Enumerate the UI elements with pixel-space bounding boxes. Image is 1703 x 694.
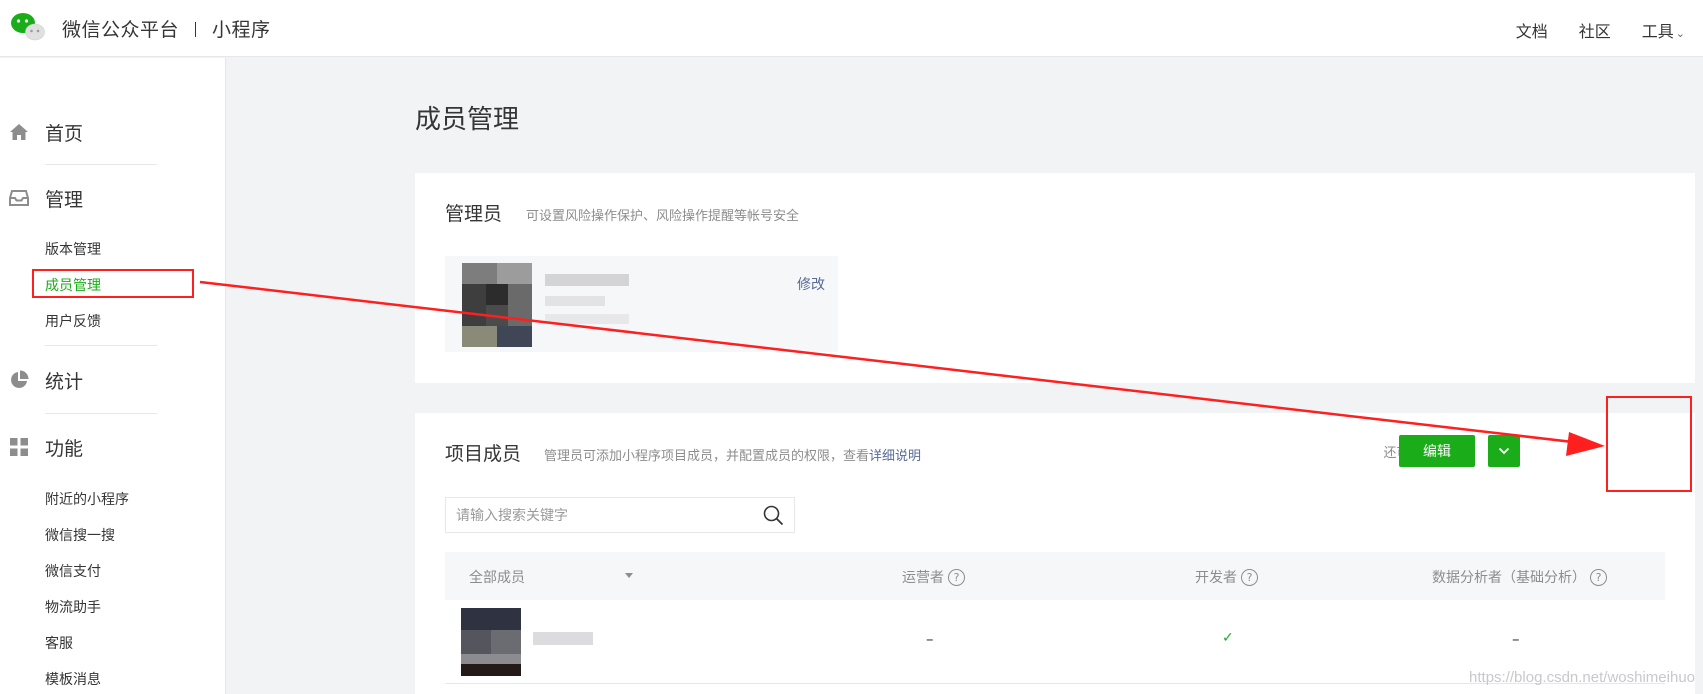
home-icon [10,124,28,140]
sidebar-divider [45,413,157,414]
analyst-cell: – [1512,630,1520,648]
admin-name-blurred [545,274,629,286]
admin-id-blurred [545,296,605,306]
help-icon[interactable]: ? [1241,568,1258,586]
member-table-header: 全部成员 运营者? 开发者? 数据分析者（基础分析）? [445,552,1665,600]
sidebar-section-stats[interactable]: 统计 [0,360,226,400]
sidebar-home-label: 首页 [45,122,84,145]
sidebar-manage-label: 管理 [45,188,84,211]
sidebar-divider [45,345,157,346]
sidebar-features-label: 功能 [45,437,84,460]
more-options-button[interactable] [1488,435,1520,467]
sidebar-stats-label: 统计 [45,370,84,393]
top-bar: 微信公众平台 小程序 文档 社区 工具 ⌄ [0,0,1703,57]
column-operator-label: 运营者 [902,570,944,586]
chevron-down-icon: ⌄ [1675,27,1685,40]
operator-cell: – [926,630,934,648]
watermark: https://blog.csdn.net/woshimeihuo [1469,669,1695,686]
nav-docs-link[interactable]: 文档 [1516,18,1548,42]
sidebar-item-nearby-miniprogram[interactable]: 附近的小程序 [45,489,129,509]
column-header-operator: 运营者? [902,567,965,587]
top-nav: 文档 社区 工具 ⌄ [1516,18,1685,42]
admin-section-title: 管理员 [445,203,503,225]
column-developer-label: 开发者 [1195,570,1237,586]
nav-community-link[interactable]: 社区 [1579,18,1611,42]
members-description-text: 管理员可添加小程序项目成员，并配置成员的权限，查看 [544,449,870,464]
sidebar-section-manage[interactable]: 管理 [0,178,226,218]
column-header-developer: 开发者? [1195,567,1258,587]
column-header-all-members: 全部成员 [469,570,525,586]
search-input[interactable] [456,506,746,526]
column-header-analyst: 数据分析者（基础分析）? [1432,567,1607,587]
sidebar-item-wechat-pay[interactable]: 微信支付 [45,561,101,581]
admin-card: 管理员 可设置风险操作保护、风险操作提醒等帐号安全 修改 [415,173,1695,383]
admin-info-blurred [545,314,629,324]
brand-name: 微信公众平台 [62,19,180,41]
member-name-blurred [533,632,593,645]
chevron-down-icon [1498,447,1510,455]
sidebar-section-features[interactable]: 功能 [0,427,226,467]
caret-down-icon[interactable] [625,573,633,578]
admin-info-box: 修改 [445,256,838,352]
avatar [462,263,532,347]
sidebar: 首页 管理 版本管理 成员管理 用户反馈 统计 功能 附近的小程序 微信搜一搜 … [0,58,226,694]
member-avatar [461,608,521,676]
sidebar-divider [45,164,157,165]
sidebar-item-version-management[interactable]: 版本管理 [45,239,101,259]
sidebar-item-member-management[interactable]: 成员管理 [45,275,101,295]
grid-icon [10,438,28,456]
developer-check-icon: ✓ [1222,630,1234,646]
members-card: 项目成员 管理员可添加小程序项目成员，并配置成员的权限，查看详细说明 还可添加5… [415,413,1695,694]
admin-section-description: 可设置风险操作保护、风险操作提醒等帐号安全 [526,209,800,224]
sidebar-item-logistics[interactable]: 物流助手 [45,597,101,617]
help-icon[interactable]: ? [1590,568,1607,586]
members-section-title: 项目成员 [445,443,522,465]
sidebar-item-template-message[interactable]: 模板消息 [45,669,101,689]
edit-admin-link[interactable]: 修改 [797,274,825,294]
sidebar-item-user-feedback[interactable]: 用户反馈 [45,311,101,331]
nav-tools-label: 工具 [1641,22,1674,41]
members-section-description: 管理员可添加小程序项目成员，并配置成员的权限，查看详细说明 [544,445,921,464]
sidebar-item-wechat-search[interactable]: 微信搜一搜 [45,525,115,545]
column-analyst-label: 数据分析者（基础分析） [1432,570,1586,586]
nav-tools-menu[interactable]: 工具 ⌄ [1642,18,1685,42]
sidebar-section-home[interactable]: 首页 [0,112,226,152]
brand-separator [195,22,197,37]
column-all-members-filter[interactable]: 全部成员 [469,567,525,587]
pie-chart-icon [11,370,29,388]
sidebar-item-customer-service[interactable]: 客服 [45,633,73,653]
inbox-icon [9,190,29,206]
page-title: 成员管理 [415,105,520,135]
member-search [445,497,795,533]
wechat-logo-icon[interactable] [9,10,45,42]
search-icon[interactable] [763,505,784,526]
brand[interactable]: 微信公众平台 小程序 [62,15,271,42]
product-name: 小程序 [212,19,271,41]
edit-members-button[interactable]: 编辑 [1399,435,1475,467]
help-icon[interactable]: ? [948,568,965,586]
details-link[interactable]: 详细说明 [869,449,921,464]
